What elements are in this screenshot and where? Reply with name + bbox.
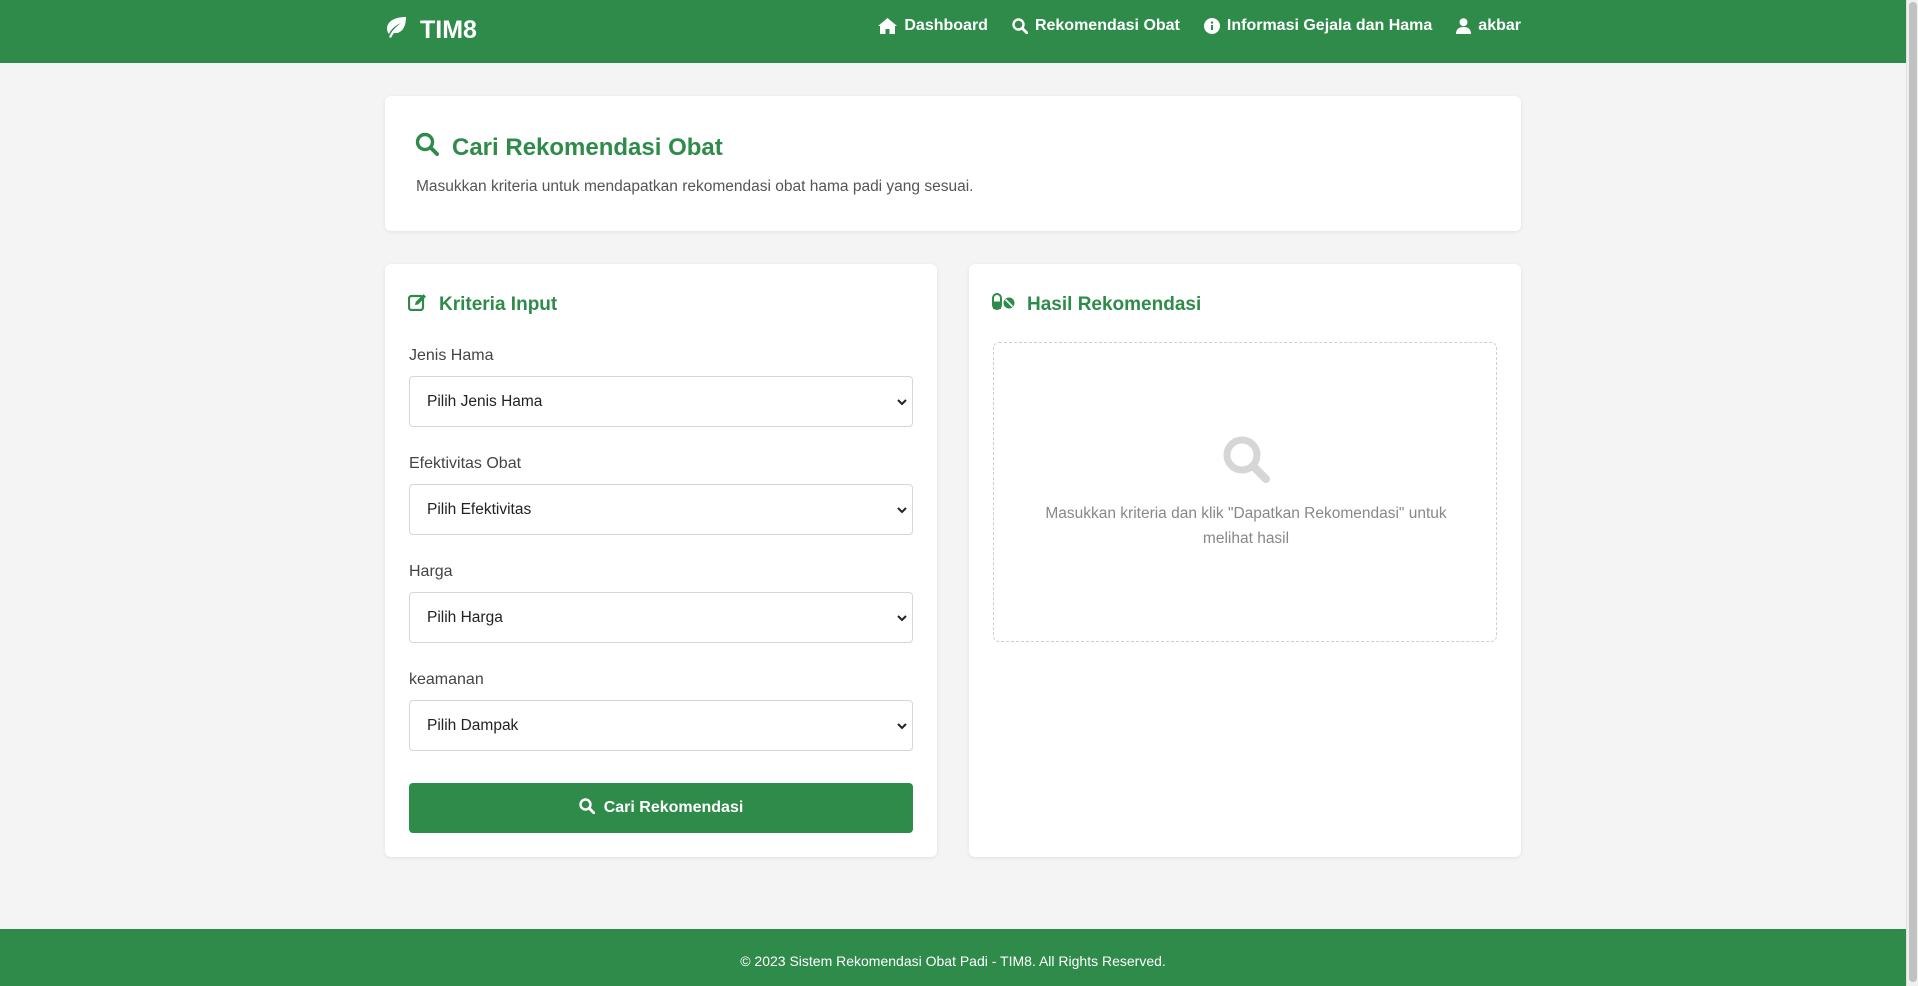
page-header-card: Cari Rekomendasi Obat Masukkan kriteria … xyxy=(385,96,1521,231)
cari-rekomendasi-label: Cari Rekomendasi xyxy=(603,799,744,816)
vertical-scrollbar[interactable] xyxy=(1906,0,1918,986)
leaf-icon xyxy=(383,16,408,45)
nav-links: Dashboard Rekomendasi Obat Informasi Gej… xyxy=(878,17,1521,35)
nav-link-label: Informasi Gejala dan Hama xyxy=(1226,17,1433,34)
select-value: Pilih Efektivitas xyxy=(427,500,532,518)
search-icon xyxy=(415,132,439,163)
pills-icon xyxy=(992,293,1015,316)
nav-link-dashboard[interactable]: Dashboard xyxy=(878,17,988,35)
cari-rekomendasi-button[interactable]: Cari Rekomendasi xyxy=(409,783,913,833)
navbar: TIM8 Dashboard Rekomendasi Obat Informas… xyxy=(0,0,1906,63)
label-keamanan: keamanan xyxy=(409,671,484,688)
search-icon xyxy=(1012,18,1028,34)
select-efektivitas-obat[interactable]: Pilih Efektivitas xyxy=(409,484,913,535)
nav-link-rekomendasi-obat[interactable]: Rekomendasi Obat xyxy=(1012,17,1180,35)
footer-text: © 2023 Sistem Rekomendasi Obat Padi - TI… xyxy=(740,952,1166,969)
brand-name: TIM8 xyxy=(420,15,477,44)
select-harga[interactable]: Pilih Harga xyxy=(409,592,913,643)
footer: © 2023 Sistem Rekomendasi Obat Padi - TI… xyxy=(0,929,1906,986)
chevron-down-icon xyxy=(896,501,908,519)
info-icon xyxy=(1203,18,1220,34)
criteria-input-title: Kriteria Input xyxy=(407,293,558,317)
label-jenis-hama: Jenis Hama xyxy=(409,347,494,364)
select-value: Pilih Harga xyxy=(427,608,503,626)
result-title-text: Hasil Rekomendasi xyxy=(1027,293,1202,315)
home-icon xyxy=(878,18,898,34)
nav-link-label: Dashboard xyxy=(904,17,988,34)
user-icon xyxy=(1456,18,1472,34)
search-icon xyxy=(578,797,596,819)
criteria-input-title-text: Kriteria Input xyxy=(439,294,558,315)
page-title-text: Cari Rekomendasi Obat xyxy=(452,133,723,161)
select-keamanan[interactable]: Pilih Dampak xyxy=(409,700,913,751)
chevron-down-icon xyxy=(896,717,908,735)
nav-link-label: Rekomendasi Obat xyxy=(1034,17,1180,34)
search-icon xyxy=(1221,434,1271,489)
result-title: Hasil Rekomendasi xyxy=(992,293,1201,316)
empty-result-box: Masukkan kriteria dan klik "Dapatkan Rek… xyxy=(993,342,1497,642)
result-card: Hasil Rekomendasi Masukkan kriteria dan … xyxy=(969,264,1521,857)
chevron-down-icon xyxy=(896,393,908,411)
criteria-input-card: Kriteria Input Jenis Hama Pilih Jenis Ha… xyxy=(385,264,937,857)
chevron-down-icon xyxy=(896,609,908,627)
select-value: Pilih Jenis Hama xyxy=(427,392,543,410)
nav-link-informasi[interactable]: Informasi Gejala dan Hama xyxy=(1203,17,1433,35)
nav-link-user[interactable]: akbar xyxy=(1456,17,1521,35)
page-subtitle: Masukkan kriteria untuk mendapatkan reko… xyxy=(416,178,974,195)
select-jenis-hama[interactable]: Pilih Jenis Hama xyxy=(409,376,913,427)
empty-result-message: Masukkan kriteria dan klik "Dapatkan Rek… xyxy=(1045,505,1447,547)
label-harga: Harga xyxy=(409,563,453,580)
nav-link-label: akbar xyxy=(1478,17,1521,34)
label-efektivitas-obat: Efektivitas Obat xyxy=(409,455,522,472)
select-value: Pilih Dampak xyxy=(427,716,519,734)
page-title: Cari Rekomendasi Obat xyxy=(415,132,723,163)
scrollbar-thumb[interactable] xyxy=(1909,2,1917,982)
edit-icon xyxy=(407,293,427,317)
brand[interactable]: TIM8 xyxy=(383,14,477,46)
